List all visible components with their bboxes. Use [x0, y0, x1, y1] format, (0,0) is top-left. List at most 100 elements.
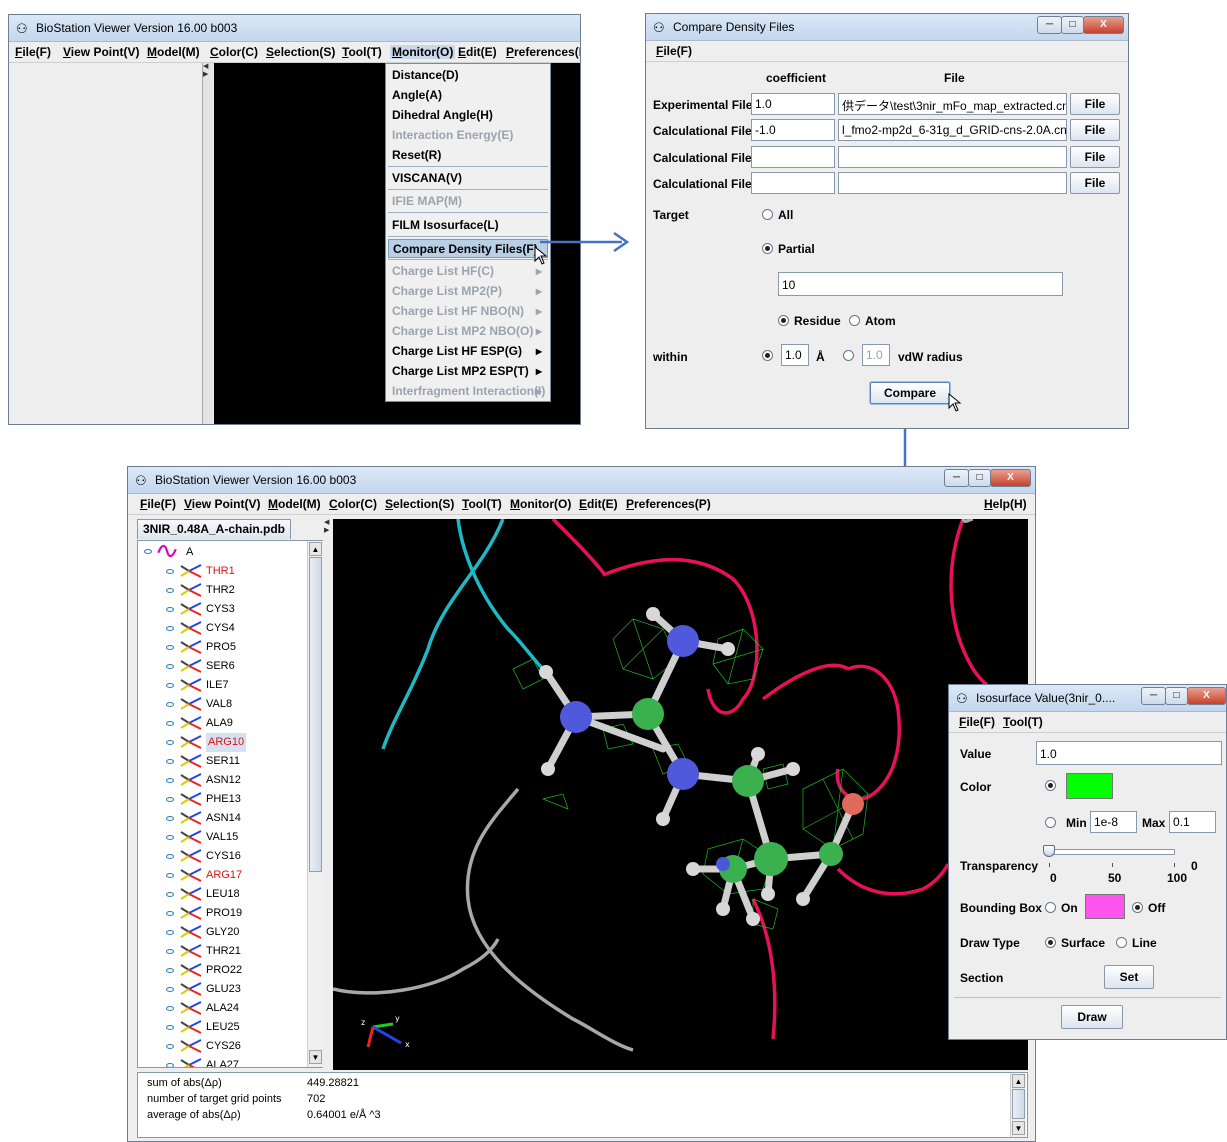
tree-residue-item[interactable]: GLU23 [166, 980, 296, 999]
tree-toggle-icon[interactable] [166, 645, 174, 650]
residue-radio[interactable] [778, 315, 789, 326]
menu-monitor[interactable]: Monitor(O) [510, 497, 571, 511]
bbox-on-radio[interactable] [1045, 902, 1056, 913]
tree-residue-item[interactable]: VAL8 [166, 695, 296, 714]
tree-toggle-icon[interactable] [166, 816, 174, 821]
tree-residue-item[interactable]: ALA27 [166, 1056, 296, 1067]
menu-item-angle[interactable]: Angle(A) [388, 86, 548, 105]
experimental-file-button[interactable]: File [1070, 93, 1120, 115]
menu-file[interactable]: File(F) [959, 715, 995, 729]
tree-toggle-icon[interactable] [166, 683, 174, 688]
tree-residue-item[interactable]: GLY20 [166, 923, 296, 942]
title-bar[interactable]: ⚇ Isosurface Value(3nir_0.... ─ □ X [949, 685, 1226, 712]
menu-monitor[interactable]: Monitor(O) [390, 45, 456, 59]
tree-toggle-icon[interactable] [166, 664, 174, 669]
menu-preferences[interactable]: Preferences(P) [626, 497, 711, 511]
scroll-thumb[interactable] [309, 557, 322, 872]
tree-toggle-icon[interactable] [166, 835, 174, 840]
tree-toggle-icon[interactable] [166, 740, 174, 745]
calc-file1-button[interactable]: File [1070, 119, 1120, 141]
tree-toggle-icon[interactable] [166, 1025, 174, 1030]
maximize-button[interactable]: □ [968, 469, 991, 487]
tree-toggle-icon[interactable] [166, 721, 174, 726]
tree-residue-item[interactable]: THR21 [166, 942, 296, 961]
draw-button[interactable]: Draw [1061, 1005, 1123, 1029]
scroll-down-arrow-icon[interactable]: ▼ [309, 1050, 322, 1064]
result-scrollbar[interactable]: ▲ ▼ [1010, 1073, 1026, 1137]
menu-tool[interactable]: Tool(T) [462, 497, 502, 511]
tree-residue-item[interactable]: PRO5 [166, 638, 296, 657]
close-button[interactable]: X [1187, 687, 1226, 705]
menu-item-reset[interactable]: Reset(R) [388, 146, 548, 165]
tree-toggle-icon[interactable] [166, 626, 174, 631]
tree-residue-item[interactable]: ARG10 [166, 733, 296, 752]
bbox-off-radio[interactable] [1132, 902, 1143, 913]
bbox-color-swatch[interactable] [1085, 894, 1125, 919]
transparency-slider[interactable] [1043, 845, 1175, 873]
tree-toggle-icon[interactable] [166, 930, 174, 935]
tree-residue-item[interactable]: CYS16 [166, 847, 296, 866]
menu-view-point[interactable]: View Point(V) [63, 45, 139, 59]
menu-item-dihedral-angle[interactable]: Dihedral Angle(H) [388, 106, 548, 125]
splitter[interactable]: ◀ ▶ [203, 63, 213, 424]
scroll-up-arrow-icon[interactable]: ▲ [1012, 1074, 1025, 1088]
menu-edit[interactable]: Edit(E) [579, 497, 618, 511]
partial-value-field[interactable]: 10 [778, 272, 1063, 296]
menu-model[interactable]: Model(M) [268, 497, 321, 511]
menu-item-viscana[interactable]: VISCANA(V) [388, 169, 548, 188]
color-range-radio[interactable] [1045, 817, 1056, 828]
menu-model[interactable]: Model(M) [147, 45, 200, 59]
menu-item-charge-list-mp2-esp[interactable]: Charge List MP2 ESP(T) ▶ [388, 362, 548, 381]
tree-toggle-icon[interactable] [166, 949, 174, 954]
minimize-button[interactable]: ─ [1037, 16, 1062, 34]
menu-file[interactable]: File(F) [656, 44, 692, 58]
max-field[interactable]: 0.1 [1169, 811, 1216, 833]
min-field[interactable]: 1e-8 [1090, 811, 1137, 833]
set-button[interactable]: Set [1104, 965, 1154, 989]
menu-file[interactable]: File(F) [140, 497, 176, 511]
tree-scrollbar[interactable]: ▲ ▼ [307, 541, 323, 1067]
menu-tool[interactable]: Tool(T) [342, 45, 382, 59]
tree-toggle-icon[interactable] [166, 892, 174, 897]
menu-selection[interactable]: Selection(S) [266, 45, 335, 59]
tree-residue-item[interactable]: CYS4 [166, 619, 296, 638]
title-bar[interactable]: ⚇ BioStation Viewer Version 16.00 b003 ─… [128, 467, 1035, 494]
title-bar[interactable]: ⚇ Compare Density Files ─ □ X [646, 14, 1128, 41]
tree-toggle-icon[interactable] [166, 588, 174, 593]
tree-toggle-icon[interactable] [166, 1006, 174, 1011]
tree-toggle-icon[interactable] [166, 797, 174, 802]
minimize-button[interactable]: ─ [944, 469, 969, 487]
menu-preferences[interactable]: Preferences(P [506, 45, 580, 59]
tree-toggle-icon[interactable] [166, 911, 174, 916]
minimize-button[interactable]: ─ [1141, 687, 1166, 705]
menu-selection[interactable]: Selection(S) [385, 497, 454, 511]
target-partial-radio[interactable] [762, 243, 773, 254]
close-button[interactable]: X [990, 469, 1031, 487]
experimental-file-field[interactable]: 供データ\test\3nir_mFo_map_extracted.cns [838, 93, 1067, 115]
tree-toggle-icon[interactable] [166, 759, 174, 764]
menu-item-film-isosurface[interactable]: FILM Isosurface(L) [388, 216, 548, 235]
tree-residue-item[interactable]: CYS26 [166, 1037, 296, 1056]
title-bar[interactable]: ⚇ BioStation Viewer Version 16.00 b003 [9, 15, 580, 42]
within-value-field[interactable]: 1.0 [781, 344, 809, 366]
tree-toggle-icon[interactable] [166, 1044, 174, 1049]
calc-file2-file-field[interactable] [838, 146, 1067, 168]
tree-residue-item[interactable]: ASN14 [166, 809, 296, 828]
calc-file1-file-field[interactable]: l_fmo2-mp2d_6-31g_d_GRID-cns-2.0A.cns [838, 119, 1067, 141]
color-swatch[interactable] [1066, 773, 1113, 799]
tree-residue-item[interactable]: ASN12 [166, 771, 296, 790]
tree-residue-item[interactable]: CYS3 [166, 600, 296, 619]
tree-toggle-icon[interactable] [166, 987, 174, 992]
menu-color[interactable]: Color(C) [210, 45, 258, 59]
experimental-coef-field[interactable]: 1.0 [751, 93, 835, 115]
atom-radio[interactable] [849, 315, 860, 326]
tree-residue-item[interactable]: ALA9 [166, 714, 296, 733]
menu-help[interactable]: Help(H) [984, 497, 1027, 511]
tree-toggle-icon[interactable] [166, 778, 174, 783]
tree-residue-item[interactable]: ILE7 [166, 676, 296, 695]
calc-file3-file-field[interactable] [838, 172, 1067, 194]
menu-item-charge-list-hf-esp[interactable]: Charge List HF ESP(G) ▶ [388, 342, 548, 361]
calc-file1-coef-field[interactable]: -1.0 [751, 119, 835, 141]
splitter[interactable]: ◀ ▶ [324, 519, 332, 539]
line-radio[interactable] [1116, 937, 1127, 948]
